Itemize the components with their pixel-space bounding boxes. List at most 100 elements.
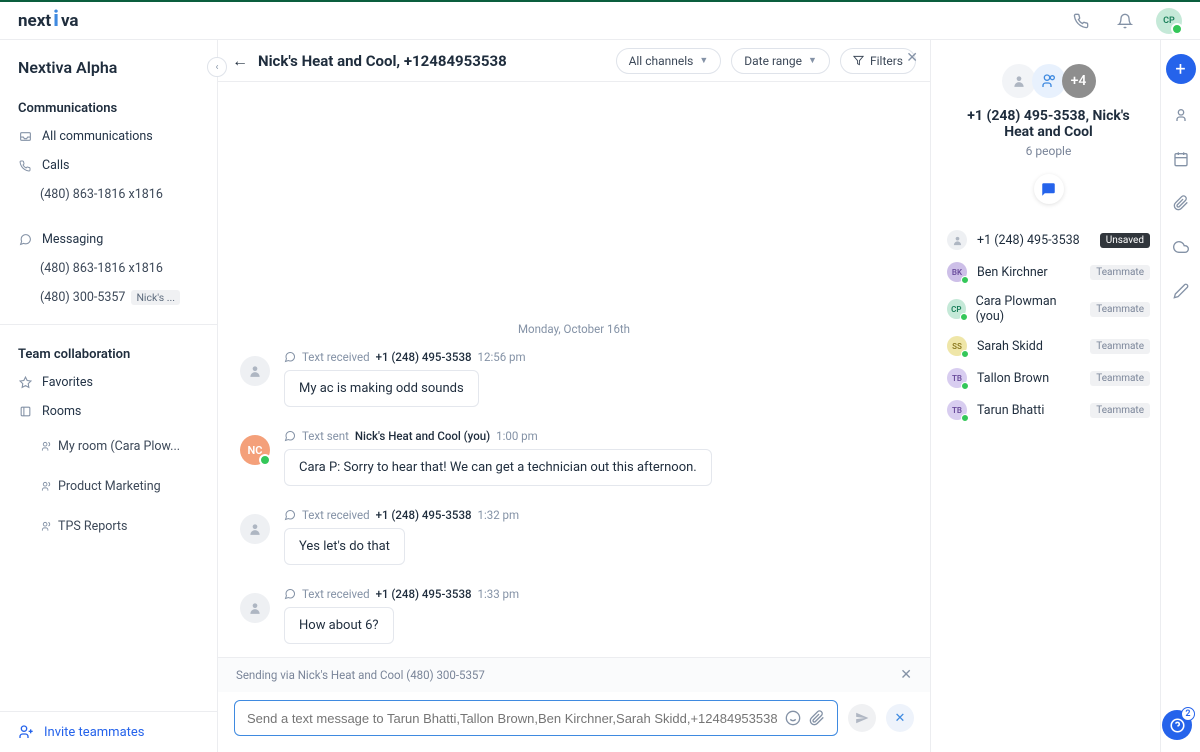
date-separator: Monday, October 16th [240, 102, 908, 350]
person-icon [1002, 64, 1036, 98]
member-row[interactable]: SSSarah SkiddTeammate [947, 330, 1150, 362]
member-avatar: BK [947, 262, 967, 282]
user-plus-icon [18, 724, 34, 740]
nav-label: All communications [42, 129, 153, 144]
detail-panel: +4 +1 (248) 495-3538, Nick's Heat and Co… [930, 2, 1160, 752]
nav-room-1[interactable]: My room (Cara Plow... [0, 426, 217, 466]
nav-favorites[interactable]: Favorites [0, 368, 217, 397]
nav-msg-number-1[interactable]: (480) 863-1816 x1816 [0, 254, 217, 283]
message-bubble: My ac is making odd sounds [284, 370, 479, 407]
message-row: Text received +1 (248) 495-3538 1:33 pm H… [240, 587, 908, 644]
help-badge-count: 2 [1181, 707, 1195, 721]
message-meta: Text received +1 (248) 495-3538 1:32 pm [284, 508, 908, 522]
nav-rooms[interactable]: Rooms [0, 397, 217, 426]
member-row[interactable]: TBTallon BrownTeammate [947, 362, 1150, 394]
group-icon [40, 473, 52, 499]
new-button[interactable]: + [1166, 54, 1196, 84]
group-avatars: +4 [947, 40, 1150, 108]
message-bubble: How about 6? [284, 607, 394, 644]
rooms-icon [18, 405, 32, 419]
member-badge: Teammate [1090, 302, 1150, 317]
date-range-filter[interactable]: Date range▼ [731, 48, 830, 74]
attachment-rail-icon[interactable] [1168, 190, 1194, 216]
caret-down-icon: ▼ [699, 55, 708, 66]
phone-icon[interactable] [1068, 8, 1094, 34]
brand-logo: nextiva [18, 11, 79, 31]
help-button[interactable]: 2 [1162, 710, 1192, 740]
compose-input[interactable] [247, 711, 777, 726]
send-button[interactable] [848, 704, 876, 732]
sidebar: ‹ Nextiva Alpha Communications All commu… [0, 2, 218, 752]
dismiss-compose-hint[interactable]: ✕ [900, 667, 912, 683]
message-avatar: NC [240, 435, 270, 465]
nav-messaging[interactable]: Messaging [0, 225, 217, 254]
conversation-chip: Nick's ... [131, 290, 180, 305]
member-name: Cara Plowman (you) [976, 294, 1081, 324]
member-avatar: TB [947, 400, 967, 420]
caret-down-icon: ▼ [808, 55, 817, 66]
star-icon [18, 376, 32, 390]
nav-room-2[interactable]: Product Marketing [0, 466, 217, 506]
calendar-icon[interactable] [1168, 146, 1194, 172]
right-rail: + [1160, 2, 1200, 752]
profile-icon[interactable] [1168, 102, 1194, 128]
member-avatar: SS [947, 336, 967, 356]
message-meta: Text received +1 (248) 495-3538 1:33 pm [284, 587, 908, 601]
message-avatar [240, 514, 270, 544]
message-row: Text received +1 (248) 495-3538 1:32 pm Y… [240, 508, 908, 565]
collapse-sidebar-button[interactable]: ‹ [207, 57, 227, 77]
back-button[interactable]: ← [232, 51, 248, 71]
close-conversation-button[interactable]: ✕ [906, 50, 918, 66]
nav-label: Calls [42, 158, 69, 173]
edit-icon[interactable] [1168, 278, 1194, 304]
message-row: Text received +1 (248) 495-3538 12:56 pm… [240, 350, 908, 407]
nav-label: Rooms [42, 404, 81, 419]
member-badge: Teammate [1090, 371, 1150, 386]
emoji-icon[interactable] [785, 710, 801, 726]
conversation-panel: ← Nick's Heat and Cool, +12484953538 All… [218, 2, 930, 752]
member-row[interactable]: +1 (248) 495-3538Unsaved [947, 224, 1150, 256]
cancel-compose-button[interactable]: ✕ [886, 704, 914, 732]
compose-hint: Sending via Nick's Heat and Cool (480) 3… [236, 668, 485, 682]
message-avatar [240, 593, 270, 623]
overflow-count[interactable]: +4 [1062, 64, 1096, 98]
message-row: NCText sent Nick's Heat and Cool (you) 1… [240, 429, 908, 486]
inbox-icon [18, 130, 32, 144]
bell-icon[interactable] [1112, 8, 1138, 34]
section-communications: Communications [0, 91, 217, 122]
nav-room-3[interactable]: TPS Reports [0, 506, 217, 546]
attachment-icon[interactable] [809, 710, 825, 726]
member-row[interactable]: CPCara Plowman (you)Teammate [947, 288, 1150, 330]
message-bubble: Yes let's do that [284, 528, 405, 565]
compose-input-wrap [234, 700, 838, 736]
member-name: Tarun Bhatti [977, 403, 1044, 418]
message-avatar [240, 356, 270, 386]
member-name: Sarah Skidd [977, 339, 1043, 354]
filters-button[interactable]: Filters [840, 48, 916, 74]
user-avatar[interactable]: CP [1156, 8, 1182, 34]
member-name: +1 (248) 495-3538 [977, 233, 1080, 248]
member-name: Ben Kirchner [977, 265, 1048, 280]
group-icon [40, 433, 52, 459]
nav-msg-number-2[interactable]: (480) 300-5357 Nick's ... [0, 283, 217, 312]
chat-icon [18, 233, 32, 247]
detail-subtitle: 6 people [947, 140, 1150, 170]
member-badge: Teammate [1090, 403, 1150, 418]
member-avatar [947, 230, 967, 250]
start-chat-button[interactable] [1034, 174, 1064, 204]
phone-small-icon [18, 159, 32, 173]
message-meta: Text received +1 (248) 495-3538 12:56 pm [284, 350, 908, 364]
all-channels-filter[interactable]: All channels▼ [616, 48, 722, 74]
detail-title: +1 (248) 495-3538, Nick's Heat and Cool [947, 108, 1150, 140]
nav-calls-number[interactable]: (480) 863-1816 x1816 [0, 180, 217, 209]
section-team-collab: Team collaboration [0, 337, 217, 368]
invite-teammates-button[interactable]: Invite teammates [0, 711, 217, 752]
member-row[interactable]: TB Tarun Bhatti Teammate [947, 394, 1150, 426]
workspace-title: Nextiva Alpha [0, 40, 217, 91]
cloud-icon[interactable] [1168, 234, 1194, 260]
member-badge: Teammate [1090, 265, 1150, 280]
nav-calls[interactable]: Calls [0, 151, 217, 180]
member-row[interactable]: BK Ben Kirchner Teammate [947, 256, 1150, 288]
nav-all-communications[interactable]: All communications [0, 122, 217, 151]
member-name: Tallon Brown [977, 371, 1049, 386]
